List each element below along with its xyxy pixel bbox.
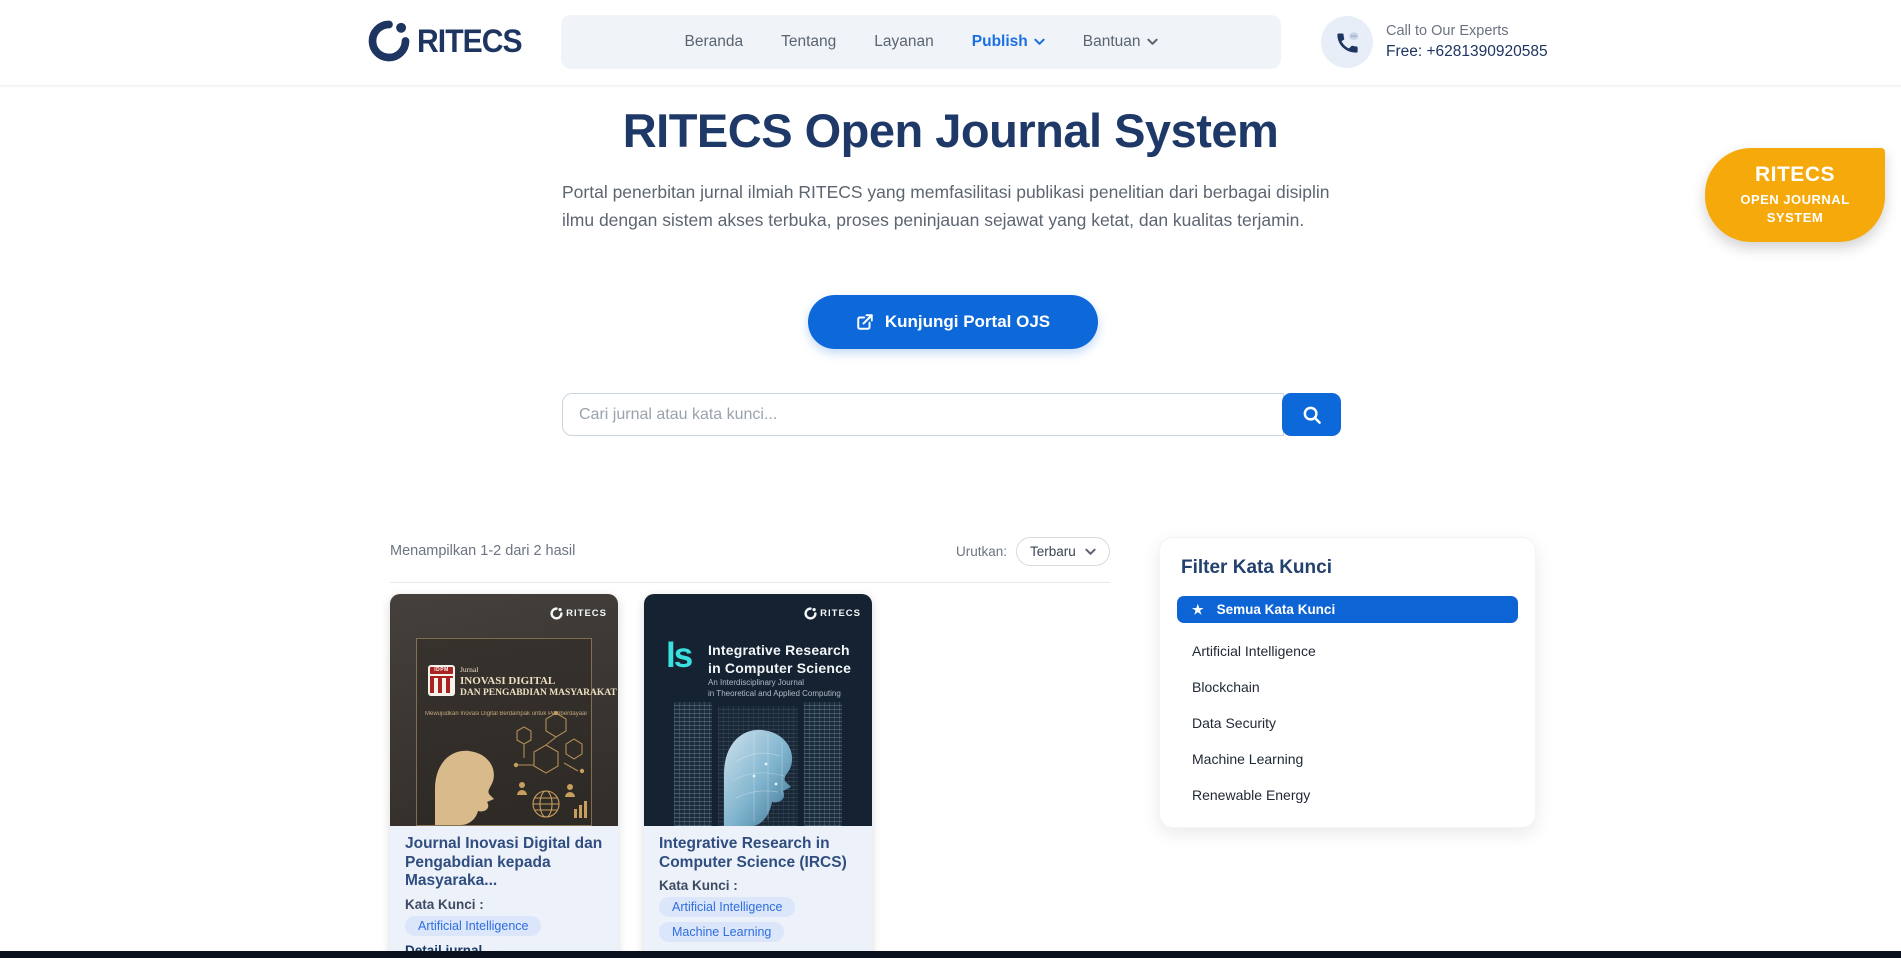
filter-item-all-label: Semua Kata Kunci — [1217, 602, 1336, 617]
sort-value: Terbaru — [1030, 544, 1076, 559]
nav-item-publish[interactable]: Publish — [972, 33, 1045, 51]
external-link-icon — [856, 313, 874, 331]
search-button[interactable] — [1282, 393, 1341, 436]
sort-group: Urutkan: Terbaru — [956, 537, 1110, 566]
ribbon-line3: SYSTEM — [1705, 210, 1885, 225]
filter-item-all-keywords[interactable]: ★ Semua Kata Kunci — [1177, 596, 1518, 623]
keywords-label: Kata Kunci : — [659, 878, 857, 893]
sort-label: Urutkan: — [956, 544, 1007, 559]
journal-card-body: Integrative Research in Computer Science… — [644, 826, 872, 958]
search-input[interactable] — [562, 393, 1284, 436]
nav-item-beranda[interactable]: Beranda — [685, 33, 744, 51]
filter-item-artificial-intelligence[interactable]: Artificial Intelligence — [1177, 643, 1518, 659]
nav-item-layanan[interactable]: Layanan — [874, 33, 933, 51]
header: RITECS Beranda Tentang Layanan Publish B… — [0, 0, 1901, 86]
cover-subtitle-line1: An Interdisciplinary Journal — [708, 677, 851, 688]
visit-ojs-button-label: Kunjungi Portal OJS — [885, 312, 1050, 332]
journal-card: RITECS ls Integrative Research in Comput… — [644, 594, 872, 958]
idpm-logo: IDPM — [428, 665, 455, 696]
cover-inner-frame: IDPM Jurnal INOVASI DIGITAL DAN PENGABDI… — [416, 638, 592, 826]
brand-logo[interactable]: RITECS — [367, 19, 528, 63]
cover-kicker: Jurnal — [460, 665, 617, 674]
chevron-down-icon — [1034, 38, 1045, 46]
ircs-logo: ls — [666, 638, 691, 673]
network-hexagon-art — [494, 705, 589, 823]
contact-phone-number: Free: +6281390920585 — [1386, 43, 1548, 61]
journal-title: Integrative Research in Computer Science… — [659, 835, 857, 872]
nav-item-bantuan[interactable]: Bantuan — [1083, 33, 1158, 51]
star-icon: ★ — [1192, 603, 1204, 616]
filter-item-machine-learning[interactable]: Machine Learning — [1177, 751, 1518, 767]
cover-masthead: IDPM Jurnal INOVASI DIGITAL DAN PENGABDI… — [428, 665, 584, 698]
brand-name: RITECS — [417, 23, 522, 60]
idpm-logo-text: IDPM — [430, 667, 453, 674]
results-summary: Menampilkan 1-2 dari 2 hasil — [390, 543, 575, 559]
bottom-edge-strip — [0, 951, 1901, 958]
brand-logo-icon — [367, 19, 411, 63]
keyword-filter-panel: Filter Kata Kunci ★ Semua Kata Kunci Art… — [1159, 537, 1536, 828]
search-icon — [1301, 404, 1323, 426]
page-title: RITECS Open Journal System — [0, 103, 1901, 158]
cover-brand-name: RITECS — [820, 608, 861, 619]
chevron-down-icon — [1147, 38, 1158, 46]
keyword-tag: Artificial Intelligence — [659, 897, 795, 917]
cover-title-line1: INOVASI DIGITAL — [460, 675, 617, 687]
page: RITECS Beranda Tentang Layanan Publish B… — [0, 0, 1901, 958]
cover-brand-logo: RITECS — [804, 607, 861, 620]
search-bar — [562, 393, 1341, 436]
ojs-ribbon-badge: RITECS OPEN JOURNAL SYSTEM — [1705, 148, 1885, 242]
keyword-tag: Artificial Intelligence — [405, 916, 541, 936]
cover-brand-name: RITECS — [566, 608, 607, 619]
cover-title-line2: DAN PENGABDIAN MASYARAKAT — [460, 688, 617, 698]
cover-title-block: Jurnal INOVASI DIGITAL DAN PENGABDIAN MA… — [460, 665, 617, 698]
results-divider — [390, 582, 1110, 583]
journal-cover-art: RITECS IDPM Jurnal INOVASI DIGITAL DAN P… — [390, 594, 618, 826]
journal-cover-art: RITECS ls Integrative Research in Comput… — [644, 594, 872, 826]
contact-line1: Call to Our Experts — [1386, 23, 1548, 39]
cover-title-line1: Integrative Research — [708, 642, 851, 660]
ai-head-art — [706, 702, 810, 826]
nav-item-publish-label: Publish — [972, 33, 1028, 51]
journal-title: Journal Inovasi Digital dan Pengabdian k… — [405, 835, 603, 891]
nav-item-bantuan-label: Bantuan — [1083, 33, 1141, 51]
idpm-pillars — [430, 676, 453, 693]
sort-dropdown[interactable]: Terbaru — [1016, 537, 1110, 566]
contact-text: Call to Our Experts Free: +6281390920585 — [1386, 23, 1548, 61]
ribbon-line2: OPEN JOURNAL — [1705, 192, 1885, 207]
header-contact: Call to Our Experts Free: +6281390920585 — [1321, 16, 1548, 68]
visit-ojs-button[interactable]: Kunjungi Portal OJS — [808, 295, 1098, 349]
keyword-tag: Machine Learning — [659, 922, 784, 942]
journal-card-body: Journal Inovasi Digital dan Pengabdian k… — [390, 826, 618, 958]
nav-item-tentang[interactable]: Tentang — [781, 33, 836, 51]
keywords-label: Kata Kunci : — [405, 897, 603, 912]
filter-item-blockchain[interactable]: Blockchain — [1177, 679, 1518, 695]
brand-logo-icon — [804, 607, 817, 620]
ribbon-line1: RITECS — [1705, 163, 1885, 187]
cover-title-block: Integrative Research in Computer Science… — [708, 642, 851, 699]
chevron-down-icon — [1085, 548, 1096, 556]
filter-title: Filter Kata Kunci — [1181, 557, 1518, 579]
cover-title-line2: in Computer Science — [708, 660, 851, 678]
cover-subtitle-line2: in Theoretical and Applied Computing — [708, 688, 851, 699]
filter-item-renewable-energy[interactable]: Renewable Energy — [1177, 787, 1518, 803]
hero-description: Portal penerbitan jurnal ilmiah RITECS y… — [562, 178, 1337, 235]
journal-card: RITECS IDPM Jurnal INOVASI DIGITAL DAN P… — [390, 594, 618, 958]
main-nav: Beranda Tentang Layanan Publish Bantuan — [561, 15, 1281, 69]
filter-item-data-security[interactable]: Data Security — [1177, 715, 1518, 731]
brand-logo-icon — [550, 607, 563, 620]
phone-icon — [1321, 16, 1373, 68]
cover-brand-logo: RITECS — [550, 607, 607, 620]
